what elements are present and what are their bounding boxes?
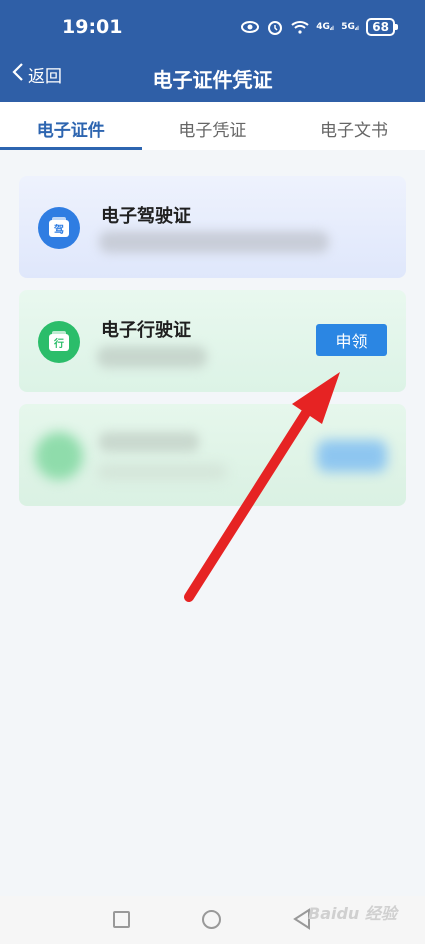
eye-icon	[241, 19, 260, 35]
redacted-icon	[35, 432, 83, 480]
battery-icon: 68	[366, 18, 398, 36]
wifi-icon	[291, 19, 309, 35]
driver-license-title: 电子驾驶证	[101, 206, 191, 227]
redacted-text	[97, 346, 207, 368]
vehicle-license-card[interactable]: 行 电子行驶证 申领	[19, 290, 406, 392]
redacted-subtitle	[97, 464, 227, 480]
driver-license-card[interactable]: 驾 电子驾驶证	[19, 176, 406, 278]
status-time: 19:01	[62, 16, 123, 38]
recent-apps-icon[interactable]	[113, 911, 130, 928]
watermark: Baidu 经验	[308, 904, 397, 923]
redacted-button[interactable]	[317, 440, 387, 472]
home-icon[interactable]	[202, 910, 221, 929]
status-icons: 4G 5G 68	[241, 18, 398, 36]
tab-bar: 电子证件 电子凭证 电子文书	[0, 102, 425, 150]
driver-license-icon: 驾	[38, 207, 80, 249]
vehicle-license-title: 电子行驶证	[101, 320, 191, 341]
redacted-title	[99, 432, 199, 452]
signal-4g-icon: 4G	[316, 22, 334, 32]
tab-electronic-vouchers[interactable]: 电子凭证	[142, 102, 284, 150]
tab-electronic-certificates[interactable]: 电子证件	[0, 102, 142, 150]
redacted-text	[99, 231, 329, 253]
tab-electronic-documents[interactable]: 电子文书	[283, 102, 425, 150]
apply-button[interactable]: 申领	[316, 324, 387, 356]
nav-bar: 返回 电子证件凭证	[0, 52, 425, 102]
redacted-card[interactable]	[19, 404, 406, 506]
vehicle-license-icon: 行	[38, 321, 80, 363]
alarm-icon	[266, 19, 284, 35]
signal-5g-icon: 5G	[341, 22, 359, 32]
status-bar: 19:01 4G 5G 68	[0, 0, 425, 52]
page-title: 电子证件凭证	[152, 68, 273, 92]
